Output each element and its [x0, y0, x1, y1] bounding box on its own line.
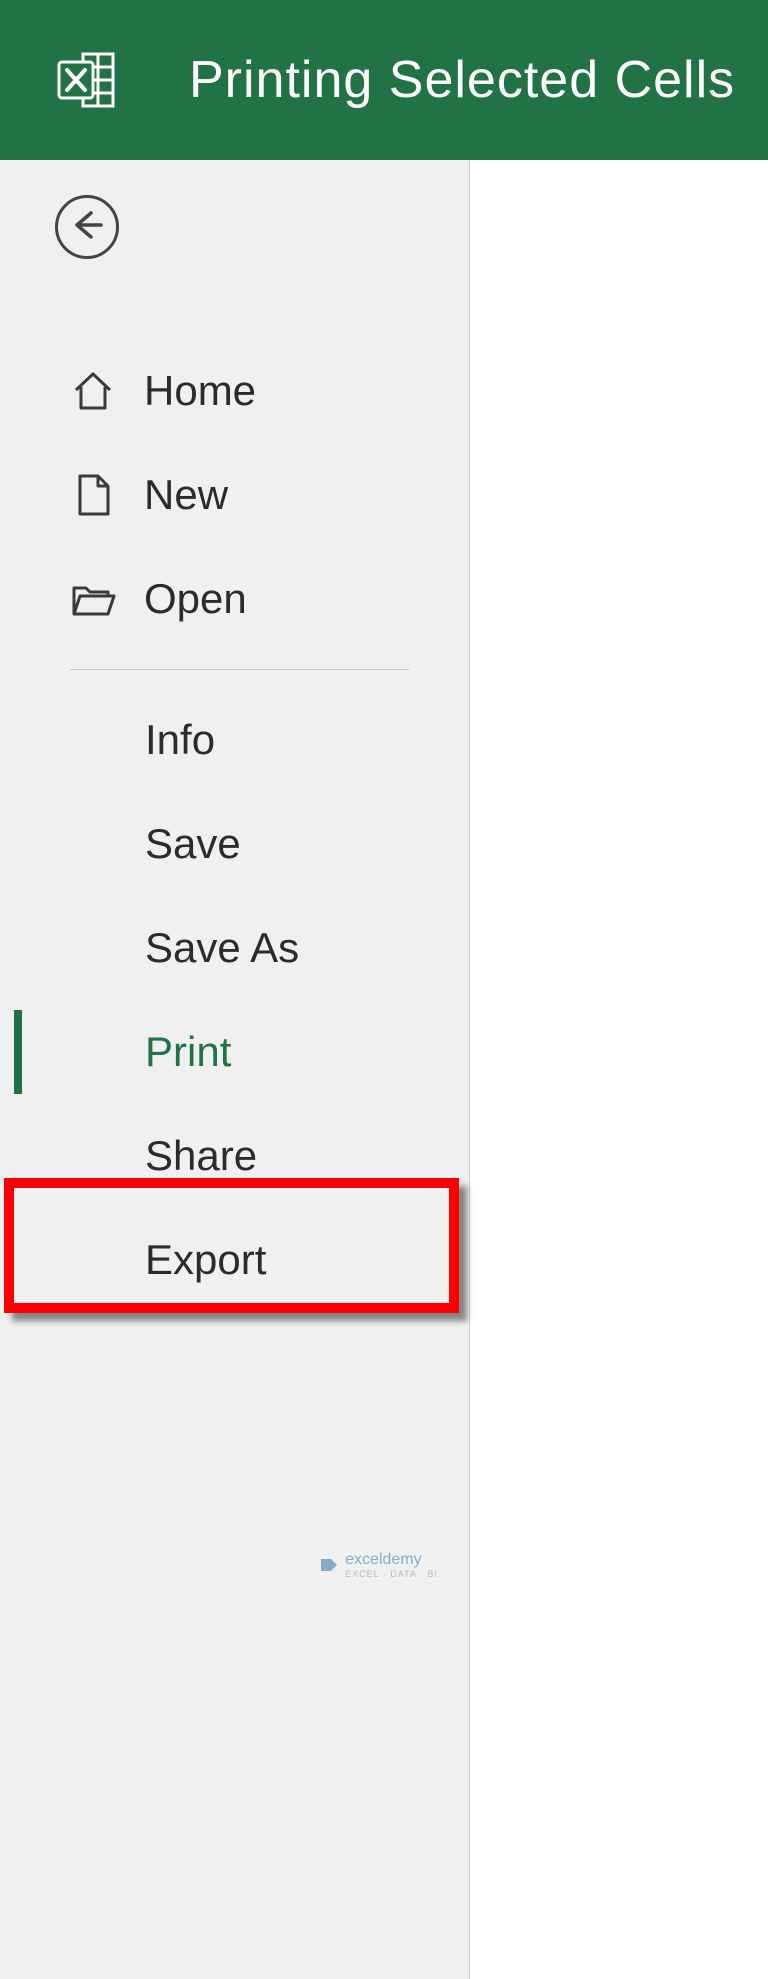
sidebar-item-label: Info [145, 716, 215, 764]
sidebar-item-save[interactable]: Save [0, 792, 469, 896]
sidebar-item-print[interactable]: Print [0, 1000, 469, 1104]
back-button[interactable] [55, 195, 119, 259]
watermark: exceldemy EXCEL · DATA · BI [319, 1551, 438, 1579]
body-area: Home New Open Info Save [0, 160, 768, 1979]
sidebar-item-label: Export [145, 1236, 266, 1284]
sidebar-item-label: New [144, 471, 228, 519]
document-title: Printing Selected Cells [189, 50, 735, 110]
sidebar-item-label: Open [144, 575, 247, 623]
watermark-brand: exceldemy [345, 1551, 421, 1568]
sidebar-item-share[interactable]: Share [0, 1104, 469, 1208]
sidebar-item-new[interactable]: New [0, 443, 469, 547]
content-area [470, 160, 768, 1979]
sidebar-item-save-as[interactable]: Save As [0, 896, 469, 1000]
sidebar-item-label: Print [145, 1028, 231, 1076]
folder-open-icon [70, 576, 116, 622]
home-icon [70, 368, 116, 414]
backstage-sidebar: Home New Open Info Save [0, 160, 470, 1979]
sidebar-item-label: Home [144, 367, 256, 415]
sidebar-divider [70, 669, 409, 670]
sidebar-item-label: Share [145, 1132, 257, 1180]
sidebar-item-home[interactable]: Home [0, 339, 469, 443]
arrow-left-icon [67, 205, 107, 250]
sidebar-item-info[interactable]: Info [0, 688, 469, 792]
sidebar-item-export[interactable]: Export [0, 1208, 469, 1312]
app-header: Printing Selected Cells [0, 0, 768, 160]
watermark-tagline: EXCEL · DATA · BI [345, 1569, 438, 1579]
sidebar-item-label: Save As [145, 924, 299, 972]
excel-logo-icon [55, 48, 119, 112]
sidebar-item-label: Save [145, 820, 241, 868]
sidebar-item-open[interactable]: Open [0, 547, 469, 651]
selected-indicator [14, 1010, 22, 1094]
new-file-icon [70, 472, 116, 518]
